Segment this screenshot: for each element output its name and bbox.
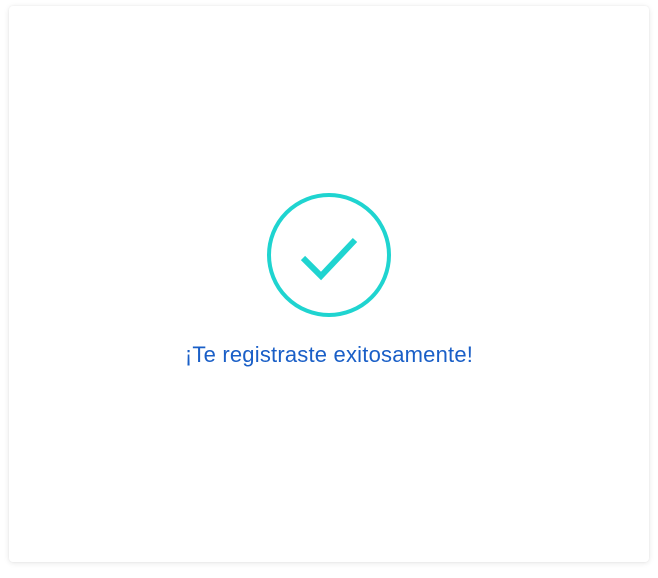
success-message: ¡Te registraste exitosamente!	[184, 342, 474, 367]
check-circle-icon	[267, 193, 391, 317]
success-card: ¡Te registraste exitosamente!	[9, 6, 649, 562]
